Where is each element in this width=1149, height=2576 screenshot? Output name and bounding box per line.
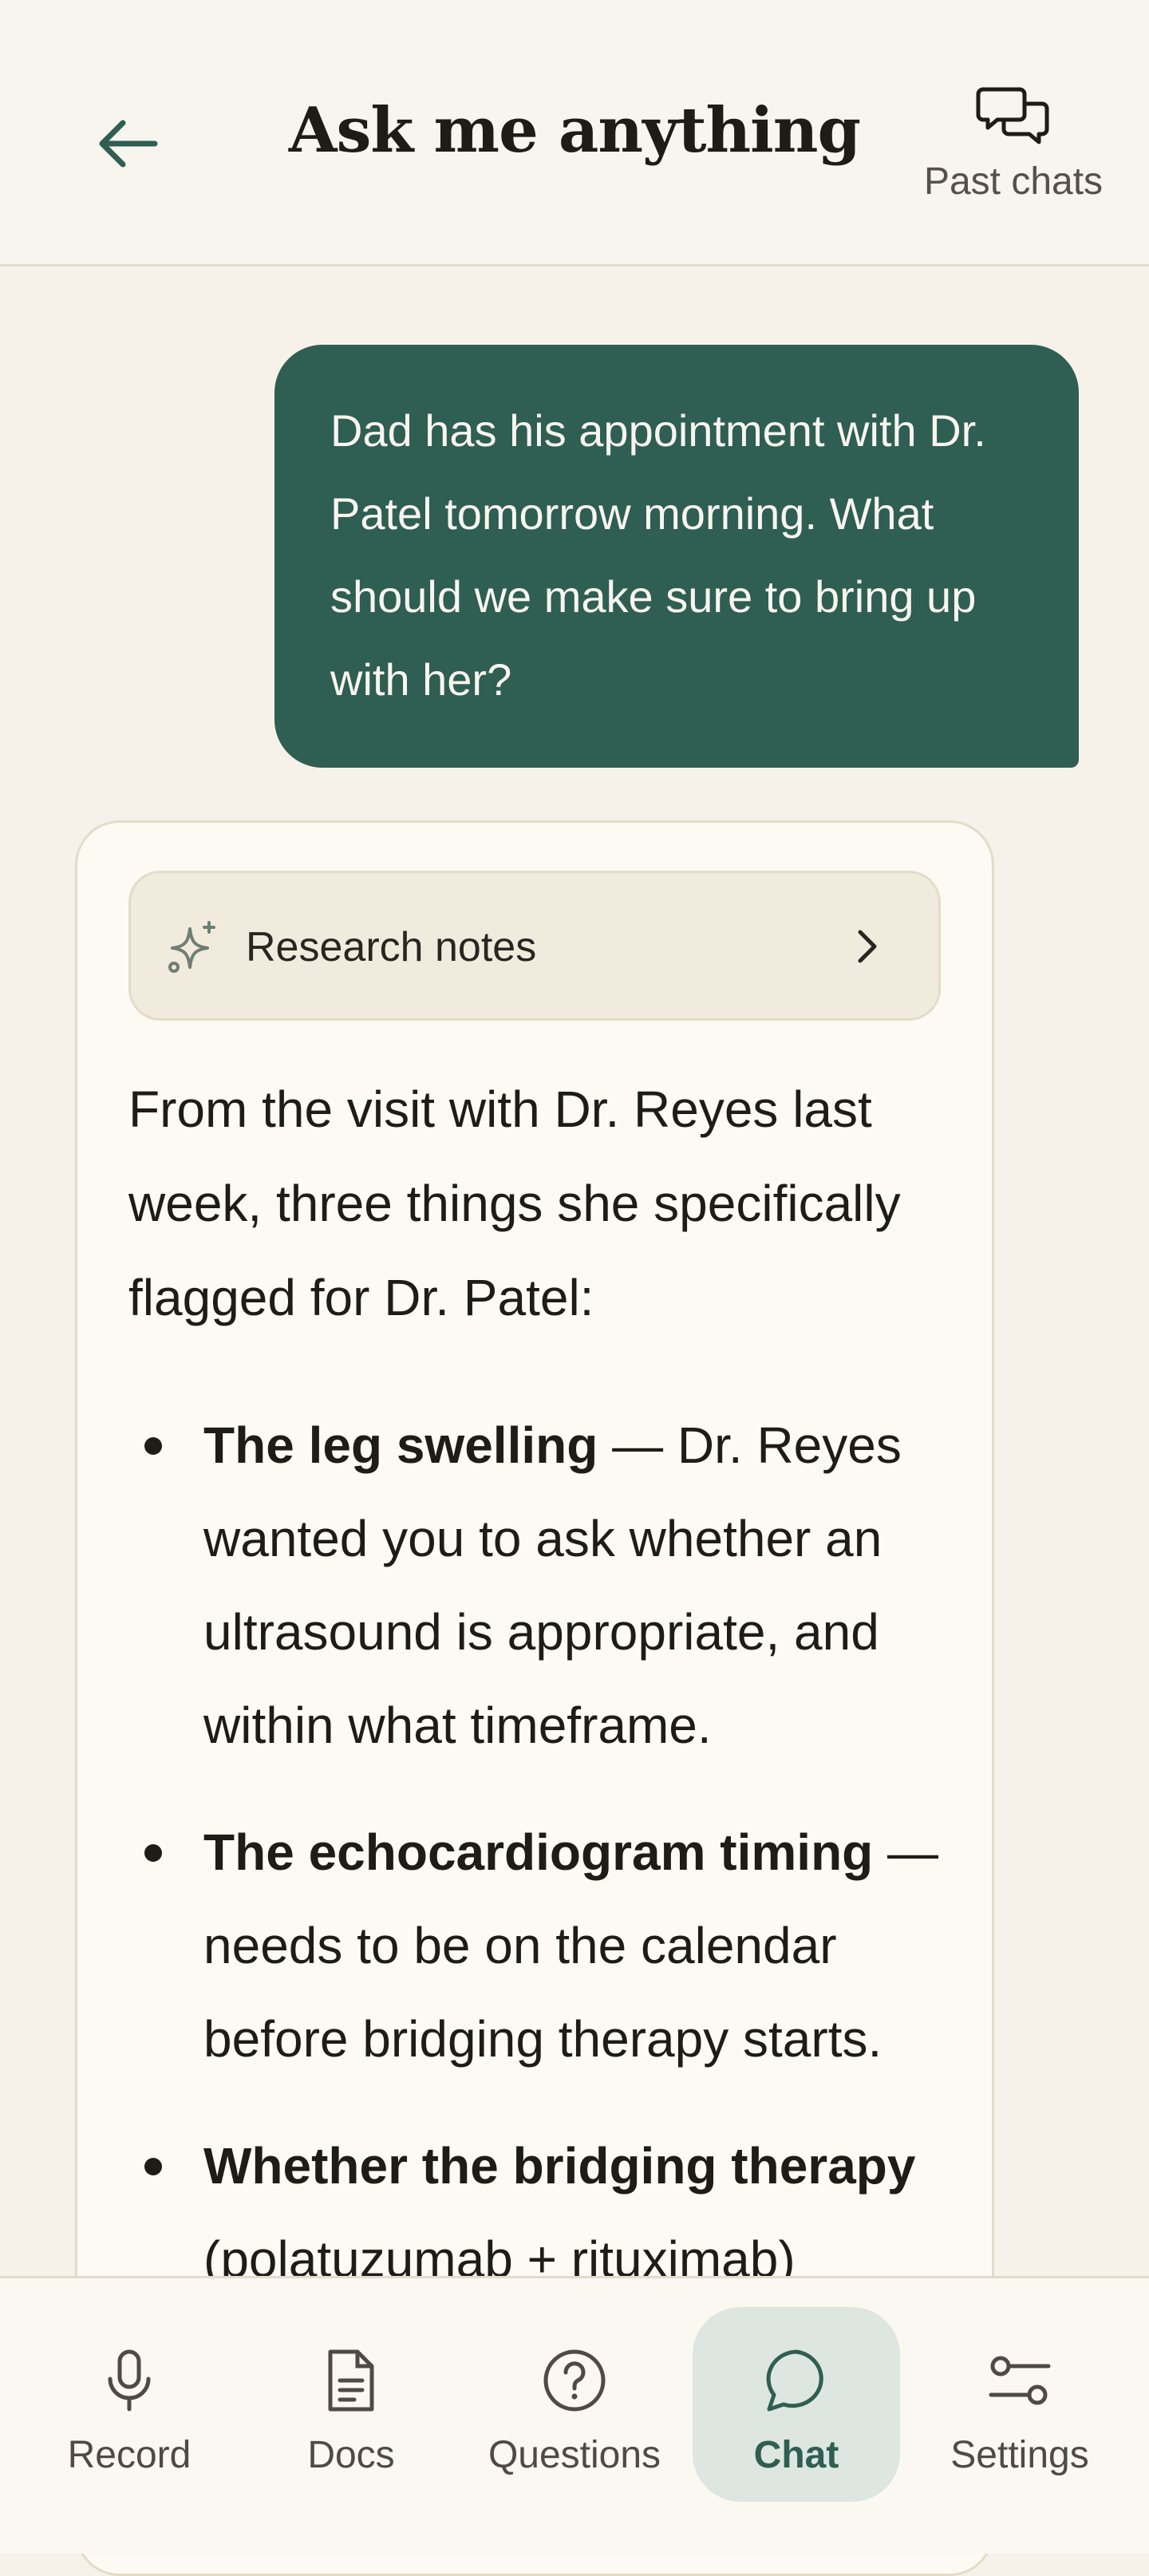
bottom-navigation: Record Docs Questions Chat Settings bbox=[0, 2276, 1149, 2554]
past-chats-label: Past chats bbox=[923, 160, 1104, 203]
bullet-heading: The echocardiogram timing bbox=[203, 1823, 874, 1881]
sparkle-icon bbox=[168, 921, 215, 973]
nav-label: Chat bbox=[753, 2434, 839, 2476]
list-item: The leg swelling — Dr. Reyes wanted you … bbox=[128, 1399, 958, 1772]
nav-docs[interactable]: Docs bbox=[247, 2307, 455, 2502]
microphone-icon bbox=[108, 2349, 151, 2412]
assistant-bullet-list: The leg swelling — Dr. Reyes wanted you … bbox=[128, 1399, 958, 2340]
research-notes-label: Research notes bbox=[246, 924, 537, 970]
nav-record[interactable]: Record bbox=[26, 2307, 233, 2502]
past-chats-button[interactable]: Past chats bbox=[918, 80, 1109, 215]
research-notes-button[interactable]: Research notes bbox=[128, 871, 941, 1021]
nav-label: Docs bbox=[307, 2434, 395, 2476]
document-icon bbox=[328, 2349, 374, 2412]
chat-bubbles-icon bbox=[976, 87, 1049, 144]
chat-bubble-icon bbox=[766, 2349, 823, 2412]
list-item: The echocardiogram timing — needs to be … bbox=[128, 1806, 958, 2086]
bullet-heading: Whether the bridging therapy bbox=[203, 2137, 916, 2195]
nav-chat[interactable]: Chat bbox=[693, 2307, 900, 2502]
nav-questions[interactable]: Questions bbox=[471, 2307, 678, 2502]
user-message-bubble: Dad has his appointment with Dr. Patel t… bbox=[274, 345, 1079, 768]
sliders-icon bbox=[989, 2356, 1051, 2405]
bullet-heading: The leg swelling bbox=[203, 1416, 598, 1474]
nav-label: Record bbox=[67, 2434, 192, 2476]
chevron-right-icon bbox=[858, 930, 877, 963]
nav-settings[interactable]: Settings bbox=[916, 2307, 1123, 2502]
nav-label: Settings bbox=[950, 2434, 1089, 2476]
nav-label: Questions bbox=[488, 2434, 661, 2476]
question-circle-icon bbox=[543, 2349, 606, 2412]
app-header: Ask me anything Past chats bbox=[0, 0, 1149, 267]
assistant-intro-text: From the visit with Dr. Reyes last week,… bbox=[128, 1081, 901, 1326]
